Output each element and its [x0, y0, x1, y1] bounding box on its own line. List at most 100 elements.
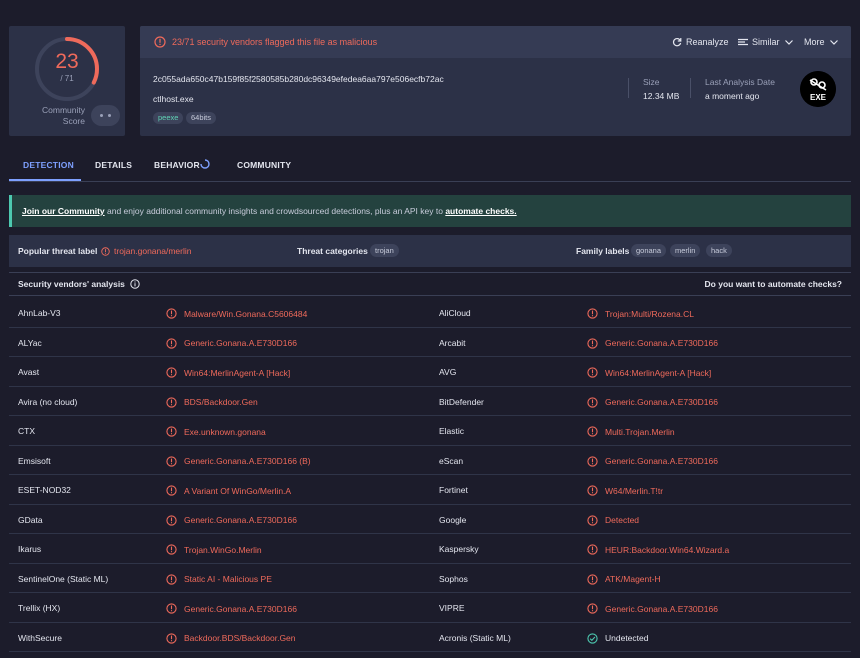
vendor-row: SentinelOne (Static ML) Static AI - Malic…	[9, 564, 851, 593]
vendor-name: Google	[439, 514, 467, 525]
vendor-result-text: Generic.Gonana.A.E730D166	[605, 456, 718, 466]
detection-score-card: 23 / 71 Community Score	[9, 26, 125, 136]
warning-circle-icon	[166, 544, 177, 555]
warning-circle-icon	[587, 426, 598, 437]
vendor-result-text: BDS/Backdoor.Gen	[184, 397, 258, 407]
vendor-result: Generic.Gonana.A.E730D166	[587, 396, 718, 408]
refresh-icon	[672, 38, 682, 47]
tab-behavior[interactable]: BEHAVIOR	[154, 160, 200, 170]
vendor-row: Trellix (HX) Generic.Gonana.A.E730D166 VIP…	[9, 593, 851, 623]
popular-threat-label: Popular threat label	[18, 246, 98, 256]
vendor-result-text: Detected	[605, 515, 640, 525]
vendor-result: Generic.Gonana.A.E730D166	[166, 603, 297, 614]
warning-circle-icon	[166, 632, 177, 644]
chevron-down-icon	[829, 40, 838, 45]
active-tab-indicator	[9, 179, 81, 181]
vendor-name: AVG	[439, 367, 457, 377]
vendor-result-text: Generic.Gonana.A.E730D166 (B)	[184, 456, 311, 466]
vendor-result: Multi.Trojan.Merlin	[587, 426, 675, 437]
chevron-down-icon	[784, 40, 793, 45]
vendor-row: Avira (no cloud) BDS/Backdoor.Gen BitDefen…	[9, 387, 851, 416]
vendor-name: Avira (no cloud)	[18, 396, 78, 407]
vendor-name: Arcabit	[439, 337, 466, 348]
vendor-name: Ikarus	[18, 544, 42, 554]
family-pill[interactable]: gonana	[631, 244, 667, 257]
vendor-name: WithSecure	[18, 632, 62, 643]
warning-circle-icon	[587, 485, 598, 496]
automate-checks-link[interactable]: automate checks.	[445, 206, 516, 216]
vendor-row: ESET-NOD32 A Variant Of WinGo/Merlin.A For…	[9, 475, 851, 505]
file-summary-card: 23/71 security vendors flagged this file…	[140, 26, 851, 136]
vendor-result: A Variant Of WinGo/Merlin.A	[166, 485, 291, 496]
warning-circle-icon	[166, 308, 177, 319]
file-name: ctlhost.exe	[153, 94, 194, 104]
size-value: 12.34 MB	[643, 91, 680, 101]
more-dropdown[interactable]: More	[804, 37, 839, 47]
vendor-row: Ikarus Trojan.WinGo.Merlin Kaspersky HEUR:B…	[9, 534, 851, 564]
vendor-result-text: W64/Merlin.T!tr	[605, 485, 664, 496]
vendor-result: Detected	[587, 514, 640, 526]
vendor-row: ALYac Generic.Gonana.A.E730D166 Arcabit Gen…	[9, 328, 851, 357]
vendor-result-text: Win64:MerlinAgent-A [Hack]	[605, 367, 712, 378]
tag-64bits[interactable]: 64bits	[186, 112, 217, 124]
more-label: More	[804, 37, 825, 47]
tab-details[interactable]: DETAILS	[95, 160, 132, 170]
community-score-label: Community Score	[19, 105, 85, 127]
warning-circle-icon	[166, 426, 177, 437]
vendor-result-text: A Variant Of WinGo/Merlin.A	[184, 485, 292, 496]
category-pill[interactable]: trojan	[370, 244, 399, 257]
vendor-result-text: Generic.Gonana.A.E730D166	[184, 338, 297, 348]
vendor-result-text: Generic.Gonana.A.E730D166	[605, 397, 718, 407]
vendor-result-text: Generic.Gonana.A.E730D166	[184, 603, 297, 614]
reanalyze-label: Reanalyze	[686, 37, 729, 47]
loading-spinner-icon	[200, 159, 210, 169]
vendor-result-text: Win64:MerlinAgent-A [Hack]	[184, 367, 291, 378]
vendor-result: Win64:MerlinAgent-A [Hack]	[587, 367, 711, 378]
divider	[628, 78, 629, 98]
vendor-result-text: ATK/Magent-H	[605, 574, 661, 584]
warning-circle-icon	[587, 544, 598, 555]
vendor-name: Fortinet	[439, 485, 468, 495]
info-icon[interactable]	[130, 279, 140, 289]
last-analysis-value: a moment ago	[705, 91, 760, 101]
file-hash[interactable]: 2c055ada650c47b159f85f2580585b280dc96349…	[153, 74, 444, 84]
vendor-result: Exe.unknown.gonana	[166, 426, 266, 437]
vendor-result: HEUR:Backdoor.Win64.Wizard.a	[587, 544, 729, 555]
tab-detection[interactable]: DETECTION	[23, 160, 74, 170]
vendor-name: AliCloud	[439, 308, 471, 318]
automate-checks-prompt[interactable]: Do you want to automate checks?	[705, 279, 842, 289]
warning-circle-icon	[166, 455, 177, 467]
vote-dot-icon	[100, 114, 103, 117]
vendor-result: Generic.Gonana.A.E730D166	[587, 337, 718, 349]
vendor-result: Static AI - Malicious PE	[166, 573, 272, 585]
vendor-result-text: Generic.Gonana.A.E730D166	[184, 515, 297, 525]
community-vote-toggle[interactable]	[91, 105, 120, 126]
community-banner: Join our Community and enjoy additional …	[9, 195, 851, 227]
vendor-name: eScan	[439, 455, 464, 466]
vendor-name: Kaspersky	[439, 544, 479, 554]
popular-threat-value[interactable]: trojan.gonana/merlin	[101, 246, 192, 256]
join-community-link[interactable]: Join our Community	[22, 206, 105, 216]
threat-summary-bar: Popular threat label trojan.gonana/merli…	[9, 235, 851, 267]
vendor-result: Trojan.WinGo.Merlin	[166, 544, 262, 555]
divider	[690, 78, 691, 98]
warning-circle-icon	[166, 396, 177, 408]
tag-peexe[interactable]: peexe	[153, 112, 184, 124]
vendors-title-text: Security vendors' analysis	[18, 279, 125, 289]
tab-bar: DETECTION DETAILS BEHAVIOR COMMUNITY	[9, 152, 851, 182]
vendor-name: Trellix (HX)	[18, 603, 61, 613]
similar-dropdown[interactable]: Similar	[738, 37, 794, 47]
last-analysis-label: Last Analysis Date	[705, 77, 775, 87]
vendor-name: Elastic	[439, 426, 465, 436]
similar-icon	[738, 38, 748, 46]
family-pill[interactable]: merlin	[670, 244, 701, 257]
vendor-name: CTX	[18, 426, 35, 436]
reanalyze-button[interactable]: Reanalyze	[672, 37, 729, 47]
vendor-row: Avast Win64:MerlinAgent-A [Hack] AVG Win64:…	[9, 357, 851, 387]
tab-community[interactable]: COMMUNITY	[237, 160, 291, 170]
family-pill[interactable]: hack	[706, 244, 732, 257]
check-circle-icon	[587, 632, 598, 644]
community-label-line2: Score	[62, 116, 85, 126]
vendor-name: Sophos	[439, 573, 468, 584]
exe-file-type-icon: EXE	[800, 71, 836, 107]
